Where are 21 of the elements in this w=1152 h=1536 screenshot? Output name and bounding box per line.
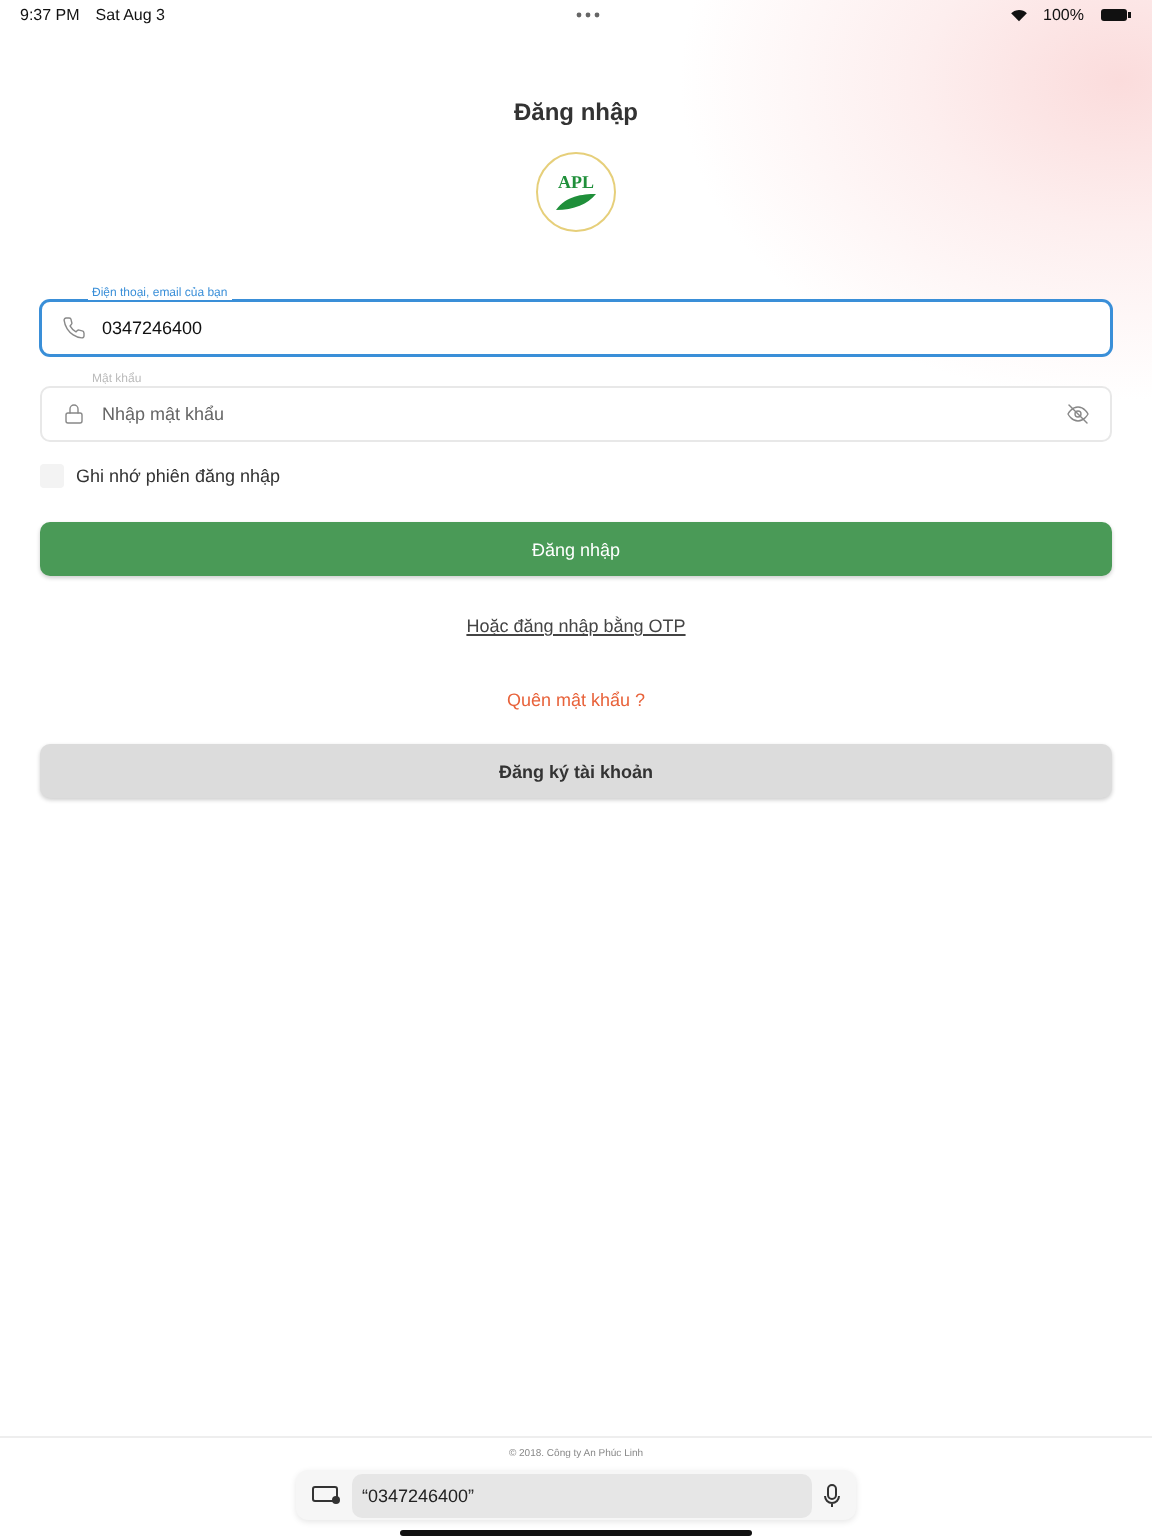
eye-off-icon[interactable]	[1066, 402, 1090, 426]
status-time: 9:37 PM	[20, 5, 80, 23]
more-dots-icon	[575, 11, 600, 17]
keyboard-icon[interactable]	[312, 1486, 340, 1504]
suggestion-field[interactable]: “0347246400”	[352, 1473, 812, 1517]
status-date: Sat Aug 3	[95, 5, 165, 23]
remember-label: Ghi nhớ phiên đăng nhập	[76, 466, 280, 486]
password-field[interactable]: Nhập mật khẩu	[40, 386, 1112, 442]
otp-login-link[interactable]: Hoặc đăng nhập bằng OTP	[466, 616, 686, 636]
phone-email-field[interactable]: 0347246400	[40, 300, 1112, 356]
lock-icon	[62, 402, 86, 426]
microphone-icon[interactable]	[824, 1483, 840, 1507]
battery-icon	[1100, 7, 1132, 21]
register-button[interactable]: Đăng ký tài khoản	[40, 744, 1112, 798]
page-title: Đăng nhập	[514, 98, 638, 126]
password-input[interactable]: Nhập mật khẩu	[102, 404, 1050, 424]
company-logo: APL	[536, 152, 616, 232]
wifi-icon	[1009, 7, 1028, 21]
battery-percent: 100%	[1043, 5, 1084, 23]
phone-input[interactable]: 0347246400	[102, 318, 1090, 338]
phone-icon	[62, 316, 86, 340]
